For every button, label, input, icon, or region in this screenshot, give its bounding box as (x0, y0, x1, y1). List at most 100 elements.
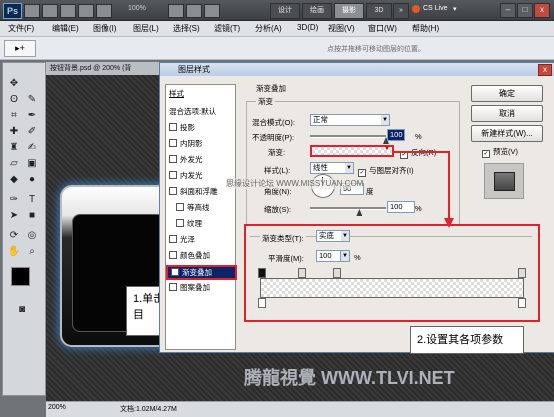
menu-edit[interactable]: 编辑(E) (52, 23, 79, 34)
screen-mode-icon[interactable] (186, 4, 202, 18)
type-tool-icon[interactable]: T (25, 193, 39, 207)
checkbox-checked-icon[interactable] (171, 268, 179, 276)
cs-live-label[interactable]: CS Live (423, 5, 448, 12)
gradient-dropdown-icon[interactable]: ▼ (384, 146, 390, 152)
opacity-stop-mid2[interactable] (333, 268, 341, 278)
dodge-tool-icon[interactable]: ● (25, 173, 39, 187)
path-select-tool-icon[interactable]: ➤ (7, 209, 21, 223)
3d-rotate-tool-icon[interactable]: ⟳ (7, 229, 21, 243)
gradient-swatch[interactable] (310, 145, 394, 157)
scale-slider-track[interactable] (310, 207, 386, 210)
status-zoom[interactable]: 200% (48, 404, 66, 411)
arrange-documents-icon[interactable] (168, 4, 184, 18)
menu-file[interactable]: 文件(F) (8, 23, 34, 34)
checkbox-icon[interactable] (169, 235, 177, 243)
zoom-tool-icon[interactable]: ⌕ (25, 245, 39, 259)
menu-help[interactable]: 帮助(H) (412, 23, 439, 34)
preview-checkbox[interactable]: ✓ 预览(V) (482, 146, 518, 158)
menu-view[interactable]: 视图(V) (328, 23, 355, 34)
3d-orbit-tool-icon[interactable]: ◎ (25, 229, 39, 243)
checkbox-icon[interactable] (169, 139, 177, 147)
styles-header[interactable]: 样式 (169, 87, 233, 100)
opacity-stop-left[interactable] (258, 268, 266, 278)
menu-layer[interactable]: 图层(L) (133, 23, 159, 34)
history-brush-icon[interactable]: ✍ (25, 141, 39, 155)
minibridge-icon[interactable] (42, 4, 58, 18)
checkbox-icon[interactable] (169, 283, 177, 291)
checkbox-icon[interactable] (169, 171, 177, 179)
menu-window[interactable]: 窗口(W) (368, 23, 397, 34)
style-item-drop-shadow[interactable]: 投影 (169, 121, 233, 134)
style-item-color-overlay[interactable]: 颜色叠加 (169, 249, 233, 262)
reverse-checkbox[interactable]: ✓ 反向(R) (400, 147, 436, 159)
style-item-gradient-overlay[interactable]: 渐变叠加 (166, 265, 237, 280)
gradient-ramp[interactable] (260, 278, 524, 298)
style-item-inner-shadow[interactable]: 内阴影 (169, 137, 233, 150)
gradient-type-select[interactable]: 实底 ▼ (316, 230, 350, 242)
new-style-button[interactable]: 新建样式(W)... (471, 125, 543, 142)
blur-tool-icon[interactable]: ◆ (7, 173, 21, 187)
brush-tool-icon[interactable]: ✐ (25, 125, 39, 139)
quick-mask-icon[interactable]: ◙ (15, 303, 29, 317)
menu-filter[interactable]: 滤镜(T) (214, 23, 240, 34)
hand-tool-icon[interactable]: ✋ (7, 245, 21, 259)
extras-icon[interactable] (60, 4, 76, 18)
checkbox-icon[interactable] (169, 123, 177, 131)
view-extras-icon[interactable] (204, 4, 220, 18)
maximize-button[interactable]: □ (517, 3, 533, 18)
eyedropper-tool-icon[interactable]: ✒ (25, 109, 39, 123)
crop-tool-icon[interactable]: ⌗ (7, 109, 21, 123)
smoothness-dropdown-icon[interactable]: ▼ (340, 250, 350, 262)
more-workspaces-button[interactable]: » (393, 3, 409, 19)
zoom-level[interactable]: 100% (128, 5, 146, 12)
menu-select[interactable]: 选择(S) (173, 23, 200, 34)
opacity-slider-track[interactable] (310, 135, 386, 138)
quick-select-tool-icon[interactable]: ✎ (25, 93, 39, 107)
align-with-layer-checkbox[interactable]: ✓ 与图层对齐(I) (358, 165, 414, 177)
close-app-button[interactable]: x (534, 3, 550, 18)
hand-icon[interactable] (78, 4, 94, 18)
zoom-tool-icon[interactable] (96, 4, 112, 18)
style-item-bevel-emboss[interactable]: 斜面和浮雕 (169, 185, 233, 198)
pen-tool-icon[interactable]: ✑ (7, 193, 21, 207)
gradient-tool-icon[interactable]: ▣ (25, 157, 39, 171)
opacity-stop-mid1[interactable] (298, 268, 306, 278)
style-item-pattern-overlay[interactable]: 图案叠加 (169, 281, 233, 294)
checkbox-icon[interactable] (176, 219, 184, 227)
style-item-inner-glow[interactable]: 内发光 (169, 169, 233, 182)
style-item-satin[interactable]: 光泽 (169, 233, 233, 246)
color-stop-right[interactable] (518, 298, 526, 308)
workspace-3d[interactable]: 3D (366, 3, 392, 19)
opacity-field[interactable]: 100 (387, 129, 405, 141)
checkbox-icon[interactable] (176, 203, 184, 211)
workspace-painting[interactable]: 绘画 (302, 3, 332, 19)
dialog-close-button[interactable]: x (538, 64, 552, 76)
blend-mode-select[interactable]: 正常 ▼ (310, 114, 390, 126)
checkbox-icon[interactable] (169, 251, 177, 259)
clone-stamp-icon[interactable]: ♜ (7, 141, 21, 155)
checkbox-checked-icon[interactable]: ✓ (482, 150, 490, 158)
opacity-stop-right[interactable] (518, 268, 526, 278)
healing-brush-icon[interactable]: ✚ (7, 125, 21, 139)
ok-button[interactable]: 确定 (471, 85, 543, 102)
eraser-tool-icon[interactable]: ▱ (7, 157, 21, 171)
style-select[interactable]: 线性 ▼ (310, 162, 354, 174)
workspace-design[interactable]: 设计 (270, 3, 300, 19)
minimize-button[interactable]: – (500, 3, 516, 18)
foreground-color-swatch[interactable] (11, 267, 30, 286)
color-stop-left[interactable] (258, 298, 266, 308)
lasso-tool-icon[interactable]: ʘ (7, 93, 21, 107)
cs-live-dropdown-icon[interactable]: ▾ (453, 5, 457, 13)
checkbox-icon[interactable] (169, 155, 177, 163)
blend-options-item[interactable]: 混合选项:默认 (169, 105, 233, 118)
smoothness-field[interactable]: 100 (316, 250, 342, 262)
style-item-texture[interactable]: 纹理 (176, 217, 234, 230)
move-tool-icon[interactable]: ✥ (7, 77, 21, 91)
style-item-outer-glow[interactable]: 外发光 (169, 153, 233, 166)
style-item-contour[interactable]: 等高线 (176, 201, 234, 214)
checkbox-checked-icon[interactable]: ✓ (400, 151, 408, 159)
menu-analysis[interactable]: 分析(A) (255, 23, 282, 34)
checkbox-icon[interactable] (169, 187, 177, 195)
cancel-button[interactable]: 取消 (471, 105, 543, 122)
menu-image[interactable]: 图像(I) (93, 23, 117, 34)
